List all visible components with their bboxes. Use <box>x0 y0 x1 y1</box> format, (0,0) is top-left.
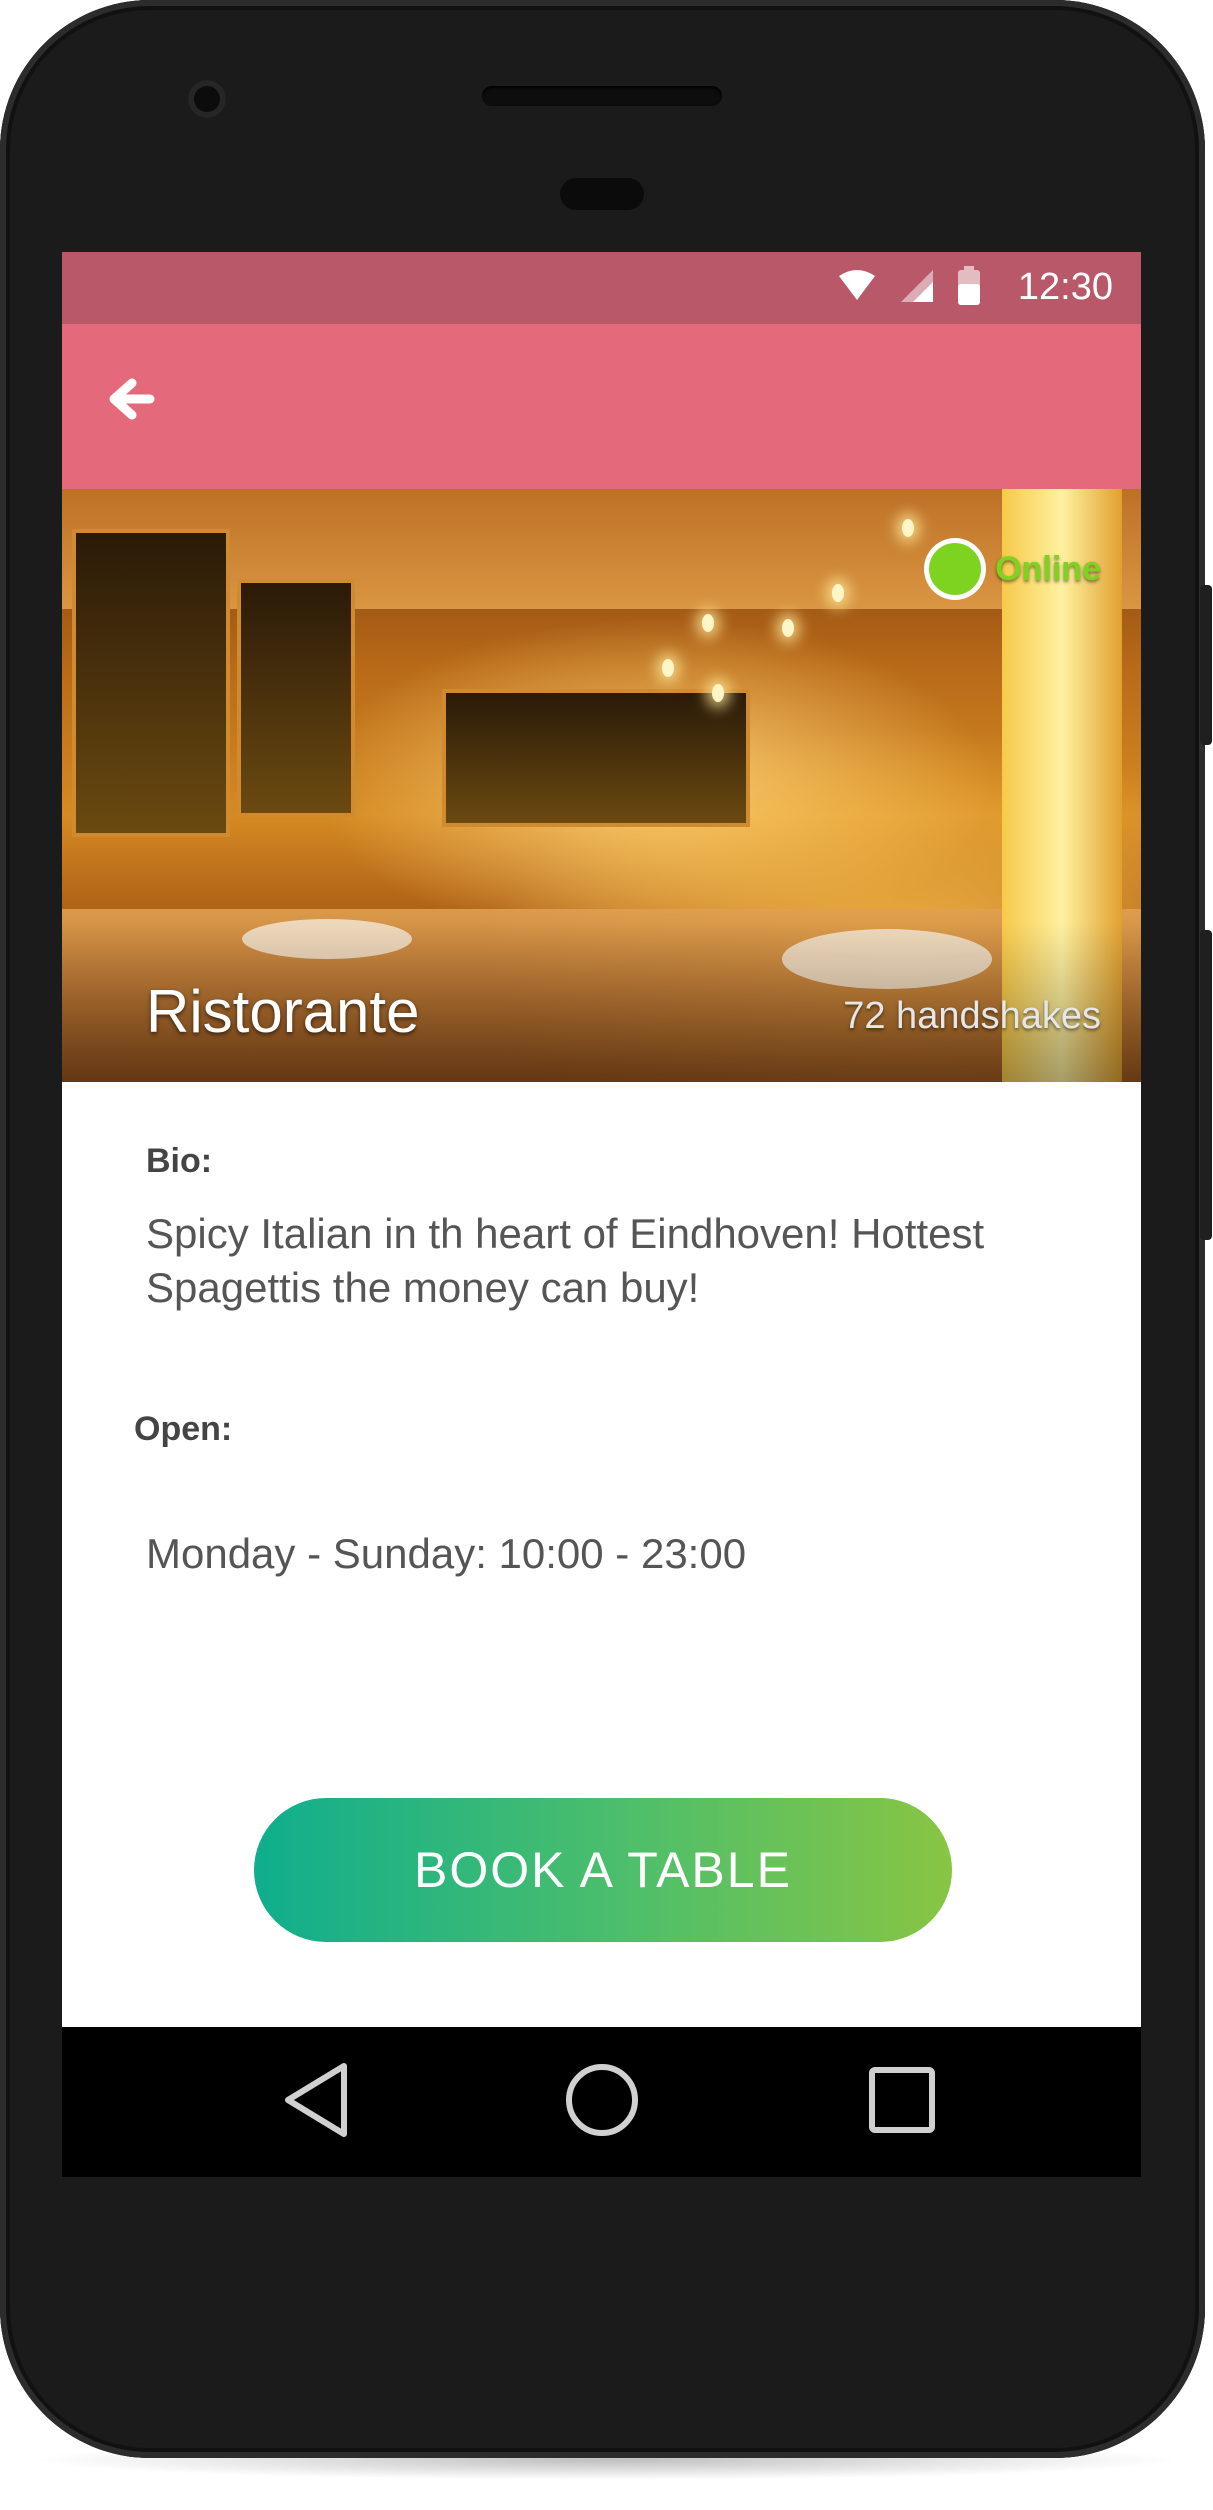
opening-hours: Monday - Sunday: 10:00 - 23:00 <box>146 1530 747 1577</box>
photo-window <box>442 689 750 827</box>
online-label: Online <box>995 549 1101 588</box>
open-label: Open: <box>134 1410 233 1448</box>
signal-icon <box>899 268 935 309</box>
navigation-bar <box>62 2027 1141 2177</box>
triangle-back-icon <box>282 2062 352 2143</box>
square-recents-icon <box>867 2065 937 2140</box>
online-status: Online <box>929 543 1101 595</box>
bio-text: Spicy Italian in th heart of Eindhoven! … <box>146 1210 985 1311</box>
back-button[interactable] <box>102 369 162 429</box>
photo-lamp <box>662 659 674 677</box>
arrow-left-icon <box>102 378 162 433</box>
status-icons <box>837 266 981 311</box>
photo-lamp <box>702 614 714 632</box>
bio-label: Bio: <box>146 1142 213 1180</box>
app-screen: 12:30 Online Ristorante 72 handshakes Bi <box>62 252 1141 2027</box>
photo-window <box>72 529 230 837</box>
nav-home-button[interactable] <box>557 2057 647 2147</box>
status-time: 12:30 <box>1017 266 1113 308</box>
front-camera <box>188 80 226 118</box>
status-bar: 12:30 <box>62 252 1141 324</box>
circle-home-icon <box>564 2062 640 2143</box>
wifi-icon <box>837 268 877 309</box>
photo-lamp <box>902 519 914 537</box>
earpiece-speaker <box>482 86 722 106</box>
photo-lamp <box>782 619 794 637</box>
app-bar <box>62 324 1141 489</box>
battery-icon <box>957 266 981 311</box>
book-table-button[interactable]: BOOK A TABLE <box>254 1798 952 1942</box>
handshakes-count: 72 handshakes <box>843 995 1101 1037</box>
photo-window <box>237 579 355 817</box>
proximity-sensor <box>560 178 644 210</box>
nav-back-button[interactable] <box>272 2057 362 2147</box>
nav-recents-button[interactable] <box>857 2057 947 2147</box>
power-button <box>1200 585 1212 745</box>
photo-lamp <box>832 584 844 602</box>
restaurant-name: Ristorante <box>146 978 420 1045</box>
online-dot-icon <box>929 543 982 595</box>
restaurant-photo: Online Ristorante 72 handshakes <box>62 489 1141 1082</box>
volume-button <box>1200 930 1212 1240</box>
photo-lamp <box>712 684 724 702</box>
